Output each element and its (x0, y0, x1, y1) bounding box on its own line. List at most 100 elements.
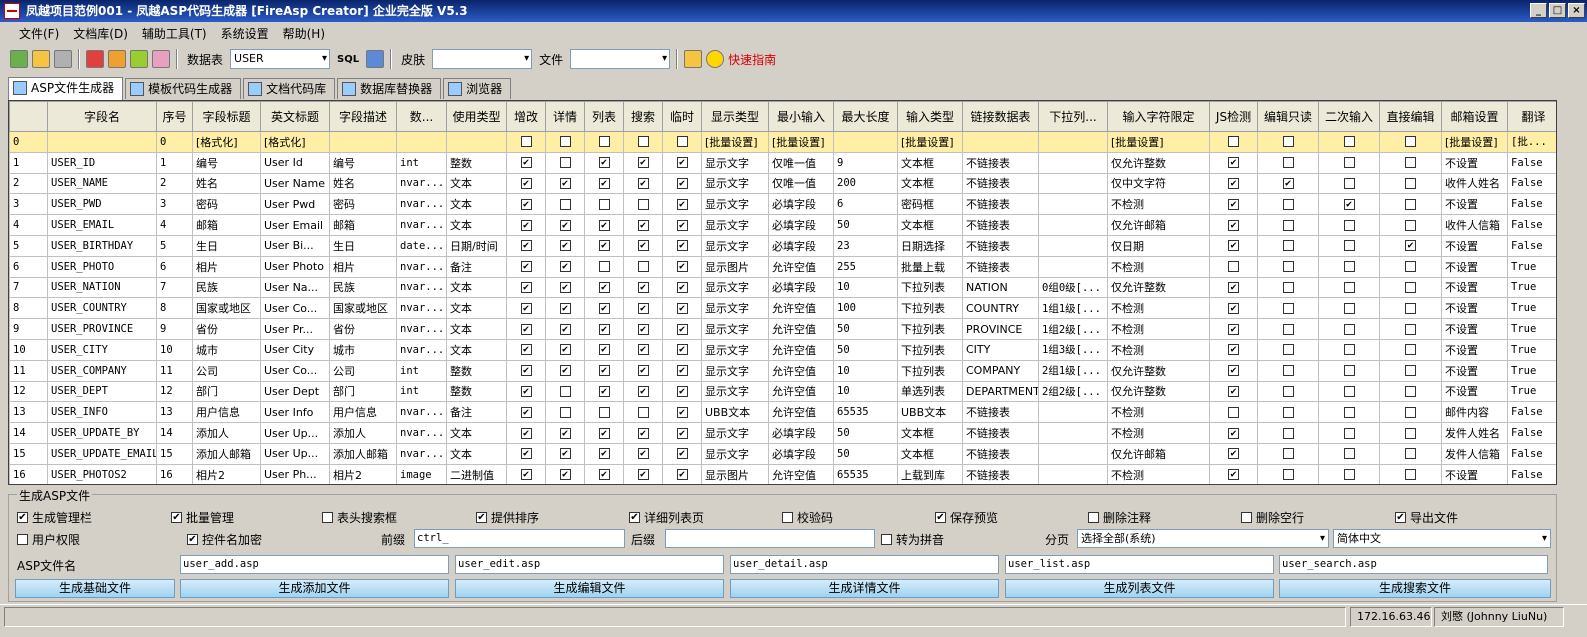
grid-checkbox[interactable]: ✔ (598, 219, 610, 231)
grid-cell[interactable]: 3 (156, 193, 193, 216)
filename-input[interactable]: user_detail.asp (730, 555, 999, 574)
grid-cell[interactable]: 二进制值 (446, 463, 507, 484)
grid-cell[interactable]: 文本框 (897, 442, 963, 465)
grid-checkbox[interactable] (637, 198, 649, 210)
grid-checkbox[interactable] (637, 136, 649, 148)
menu-file[interactable]: 文件(F) (12, 25, 66, 42)
grid-cell[interactable]: CITY (962, 338, 1039, 361)
grid-header-cell[interactable]: 链接数据表 (962, 101, 1039, 132)
grid-checkbox[interactable]: ✔ (559, 281, 571, 293)
grid-header-cell[interactable]: 翻译 (1507, 101, 1556, 132)
grid-checkbox-cell[interactable]: ✔ (623, 214, 663, 236)
grid-cell[interactable]: 不检测 (1107, 318, 1210, 340)
grid-cell[interactable]: 9 (9, 318, 48, 340)
grid-checkbox[interactable] (1282, 219, 1294, 231)
grid-cell[interactable]: 文本框 (897, 151, 963, 174)
menu-settings[interactable]: 系统设置 (214, 25, 276, 42)
grid-checkbox[interactable]: ✔ (676, 448, 688, 460)
grid-checkbox-cell[interactable]: ✔ (623, 359, 663, 382)
grid-cell[interactable]: COUNTRY (962, 297, 1039, 320)
grid-cell[interactable]: 4 (9, 214, 48, 236)
grid-header-cell[interactable]: 列表 (584, 101, 624, 132)
tab-browser[interactable]: 浏览器 (443, 78, 512, 99)
grid-checkbox[interactable]: ✔ (520, 469, 532, 481)
grid-checkbox[interactable] (1343, 219, 1355, 231)
tab-code-library[interactable]: 文档代码库 (243, 78, 336, 99)
grid-cell[interactable]: 显示文字 (701, 442, 769, 465)
option-checkbox[interactable]: ✔ (476, 512, 487, 523)
grid-checkbox-cell[interactable]: ✔ (545, 463, 585, 484)
grid-checkbox-cell[interactable] (1257, 234, 1319, 257)
grid-header-cell[interactable]: 使用类型 (446, 101, 507, 132)
table-row[interactable]: 3 USER_PWD 3 密码 User Pwd 密码 nvar... 文本 ✔ ✔ 显示文字 必填字… (9, 193, 1556, 216)
grid-checkbox-cell[interactable]: ✔ (545, 297, 585, 320)
grid-cell[interactable]: 收件人信箱 (1441, 214, 1508, 236)
grid-checkbox[interactable] (1282, 198, 1294, 210)
grid-cell[interactable]: User Ph... (260, 463, 330, 484)
grid-checkbox[interactable]: ✔ (559, 448, 571, 460)
grid-checkbox-cell[interactable]: ✔ (545, 442, 585, 465)
grid-checkbox-cell[interactable]: ✔ (584, 422, 624, 444)
grid-cell[interactable]: 密码 (192, 193, 261, 216)
grid-checkbox[interactable] (1405, 261, 1416, 273)
grid-checkbox-cell[interactable]: ✔ (506, 297, 546, 320)
grid-cell[interactable]: 显示文字 (701, 338, 769, 361)
grid-cell[interactable]: User Dept (260, 380, 330, 403)
grid-cell[interactable]: 15 (9, 442, 48, 465)
grid-cell[interactable] (446, 131, 507, 153)
grid-checkbox[interactable] (1282, 281, 1294, 293)
grid-checkbox[interactable]: ✔ (1343, 198, 1355, 210)
grid-checkbox-cell[interactable]: ✔ (1209, 151, 1258, 174)
grid-checkbox[interactable]: ✔ (559, 177, 571, 189)
grid-cell[interactable]: nvar... (396, 442, 447, 465)
grid-checkbox[interactable] (559, 198, 571, 210)
grid-cell[interactable]: 15 (156, 442, 193, 465)
grid-cell[interactable] (1038, 234, 1108, 257)
option-checkbox-item[interactable]: 表头搜索框 (322, 509, 397, 526)
grid-checkbox[interactable]: ✔ (520, 448, 532, 460)
sql-label[interactable]: SQL (334, 54, 362, 65)
grid-checkbox-cell[interactable] (545, 193, 585, 216)
grid-cell[interactable]: [格式化] (192, 131, 261, 153)
grid-checkbox-cell[interactable] (545, 380, 585, 403)
grid-checkbox-cell[interactable] (1209, 131, 1258, 153)
grid-cell[interactable]: 发件人姓名 (1441, 422, 1508, 444)
grid-checkbox-cell[interactable] (1318, 255, 1380, 278)
grid-checkbox[interactable]: ✔ (637, 219, 649, 231)
grid-cell[interactable]: USER_ID (47, 151, 157, 174)
tab-db-replacer[interactable]: 数据库替换器 (337, 78, 442, 99)
grid-checkbox[interactable]: ✔ (520, 406, 532, 418)
grid-checkbox[interactable]: ✔ (676, 302, 688, 314)
grid-cell[interactable]: 仅唯一值 (768, 172, 834, 195)
grid-checkbox-cell[interactable]: ✔ (662, 193, 702, 216)
grid-header-cell[interactable]: 搜索 (623, 101, 663, 132)
grid-checkbox[interactable]: ✔ (598, 323, 610, 335)
grid-cell[interactable]: 添加人 (192, 422, 261, 444)
grid-cell[interactable]: 不设置 (1441, 359, 1508, 382)
grid-checkbox[interactable]: ✔ (676, 219, 688, 231)
grid-checkbox[interactable]: ✔ (1282, 177, 1294, 189)
grid-cell[interactable]: 不链接表 (962, 401, 1039, 424)
grid-checkbox-cell[interactable]: ✔ (584, 276, 624, 299)
grid-cell[interactable]: 整数 (446, 380, 507, 403)
prefix-input[interactable]: ctrl_ (414, 529, 625, 548)
grid-cell[interactable]: True (1507, 297, 1556, 320)
grid-cell[interactable]: 200 (833, 172, 898, 195)
grid-checkbox-cell[interactable] (1318, 172, 1380, 195)
grid-checkbox-cell[interactable]: ✔ (545, 318, 585, 340)
grid-cell[interactable]: 发件人信箱 (1441, 442, 1508, 465)
grid-checkbox[interactable]: ✔ (1228, 344, 1239, 356)
grid-cell[interactable]: 65535 (833, 463, 898, 484)
grid-cell[interactable]: USER_PROVINCE (47, 318, 157, 340)
grid-cell[interactable] (1038, 442, 1108, 465)
grid-cell[interactable]: 不设置 (1441, 463, 1508, 484)
grid-cell[interactable]: 不链接表 (962, 422, 1039, 444)
grid-cell[interactable]: False (1507, 151, 1556, 174)
grid-checkbox-cell[interactable]: ✔ (1209, 318, 1258, 340)
grid-header-cell[interactable]: 下拉列... (1038, 101, 1108, 132)
grid-checkbox[interactable]: ✔ (637, 365, 649, 377)
grid-cell[interactable]: 不链接表 (962, 442, 1039, 465)
grid-checkbox-cell[interactable]: ✔ (584, 359, 624, 382)
grid-checkbox-cell[interactable] (1257, 442, 1319, 465)
grid-cell[interactable]: 显示文字 (701, 234, 769, 257)
